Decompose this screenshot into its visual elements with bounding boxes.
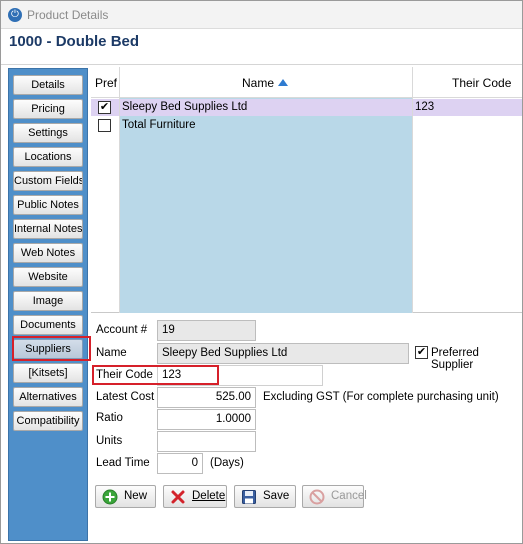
window-title: Product Details xyxy=(27,8,109,22)
x-icon xyxy=(171,490,185,504)
sidebar-item-pricing[interactable]: Pricing xyxy=(13,99,83,119)
new-button-label: New xyxy=(124,490,148,502)
suppliers-table: Pref Name Their Code ✔ Sleepy Bed Suppli… xyxy=(91,67,522,313)
check-icon: ✔ xyxy=(99,101,110,113)
preferred-supplier-checkbox[interactable]: ✔ xyxy=(415,346,428,359)
sidebar-item-settings[interactable]: Settings xyxy=(13,123,83,143)
row-name-cell[interactable]: Sleepy Bed Supplies Ltd xyxy=(122,101,247,113)
row-code-cell[interactable]: 123 xyxy=(415,101,434,113)
column-header-pref[interactable]: Pref xyxy=(95,76,117,90)
sidebar-item-details[interactable]: Details xyxy=(13,75,83,95)
account-number-field: 19 xyxy=(157,320,256,341)
sidebar-item-suppliers[interactable]: Suppliers xyxy=(13,339,83,359)
column-divider xyxy=(412,67,413,313)
save-button[interactable]: Save xyxy=(234,485,296,508)
name-label: Name xyxy=(96,347,127,359)
title-bar: ⏻ Product Details xyxy=(1,1,522,29)
latest-cost-note: Excluding GST (For complete purchasing u… xyxy=(263,391,499,403)
sort-ascending-icon xyxy=(278,79,289,86)
ratio-label: Ratio xyxy=(96,412,123,424)
lead-time-field[interactable]: 0 xyxy=(157,453,203,474)
power-icon: ⏻ xyxy=(8,8,22,22)
table-header: Pref Name Their Code xyxy=(91,67,522,98)
product-details-window: ⏻ Product Details 1000 - Double Bed Deta… xyxy=(0,0,523,544)
delete-button[interactable]: Delete xyxy=(163,485,227,508)
column-header-name-label: Name xyxy=(242,76,275,90)
new-button[interactable]: New xyxy=(95,485,156,508)
sidebar-item-locations[interactable]: Locations xyxy=(13,147,83,167)
account-label: Account # xyxy=(96,324,148,336)
latest-cost-field[interactable]: 525.00 xyxy=(157,387,256,408)
delete-button-label: Delete xyxy=(192,490,226,502)
column-header-their-code[interactable]: Their Code xyxy=(452,76,511,90)
ratio-field[interactable]: 1.0000 xyxy=(157,409,256,430)
row-pref-checkbox[interactable]: ✔ xyxy=(98,101,111,114)
sidebar-item-kitsets[interactable]: [Kitsets] xyxy=(13,363,83,383)
no-entry-icon xyxy=(309,489,325,505)
save-button-label: Save xyxy=(263,490,290,502)
column-divider xyxy=(119,67,120,313)
sidebar-item-alternatives[interactable]: Alternatives xyxy=(13,387,83,407)
units-field[interactable] xyxy=(157,431,256,452)
page-title: 1000 - Double Bed xyxy=(9,33,140,50)
sidebar-item-custom-fields[interactable]: Custom Fields xyxy=(13,171,83,191)
lead-time-unit: (Days) xyxy=(210,457,244,469)
lead-time-label: Lead Time xyxy=(96,457,150,469)
row-pref-checkbox[interactable] xyxy=(98,119,111,132)
sidebar: Details Pricing Settings Locations Custo… xyxy=(8,68,88,541)
sidebar-item-image[interactable]: Image xyxy=(13,291,83,311)
cancel-button-label: Cancel xyxy=(331,490,367,502)
sidebar-item-compatibility[interactable]: Compatibility xyxy=(13,411,83,431)
their-code-field[interactable]: 123 xyxy=(157,365,323,386)
sidebar-item-public-notes[interactable]: Public Notes xyxy=(13,195,83,215)
preferred-supplier-label: Preferred Supplier xyxy=(431,347,479,371)
sidebar-item-website[interactable]: Website xyxy=(13,267,83,287)
sidebar-item-documents[interactable]: Documents xyxy=(13,315,83,335)
row-name-cell[interactable]: Total Furniture xyxy=(122,119,196,131)
page-header: 1000 - Double Bed xyxy=(1,30,522,65)
column-header-name[interactable]: Name xyxy=(242,76,289,90)
cancel-button[interactable]: Cancel xyxy=(302,485,367,508)
sidebar-item-web-notes[interactable]: Web Notes xyxy=(13,243,83,263)
their-code-label: Their Code xyxy=(96,369,153,381)
plus-circle-icon xyxy=(102,489,118,505)
check-icon: ✔ xyxy=(416,346,427,358)
latest-cost-label: Latest Cost xyxy=(96,391,155,403)
units-label: Units xyxy=(96,435,123,447)
sidebar-item-internal-notes[interactable]: Internal Notes xyxy=(13,219,83,239)
floppy-disk-icon xyxy=(242,490,256,504)
supplier-name-field: Sleepy Bed Supplies Ltd xyxy=(157,343,409,364)
